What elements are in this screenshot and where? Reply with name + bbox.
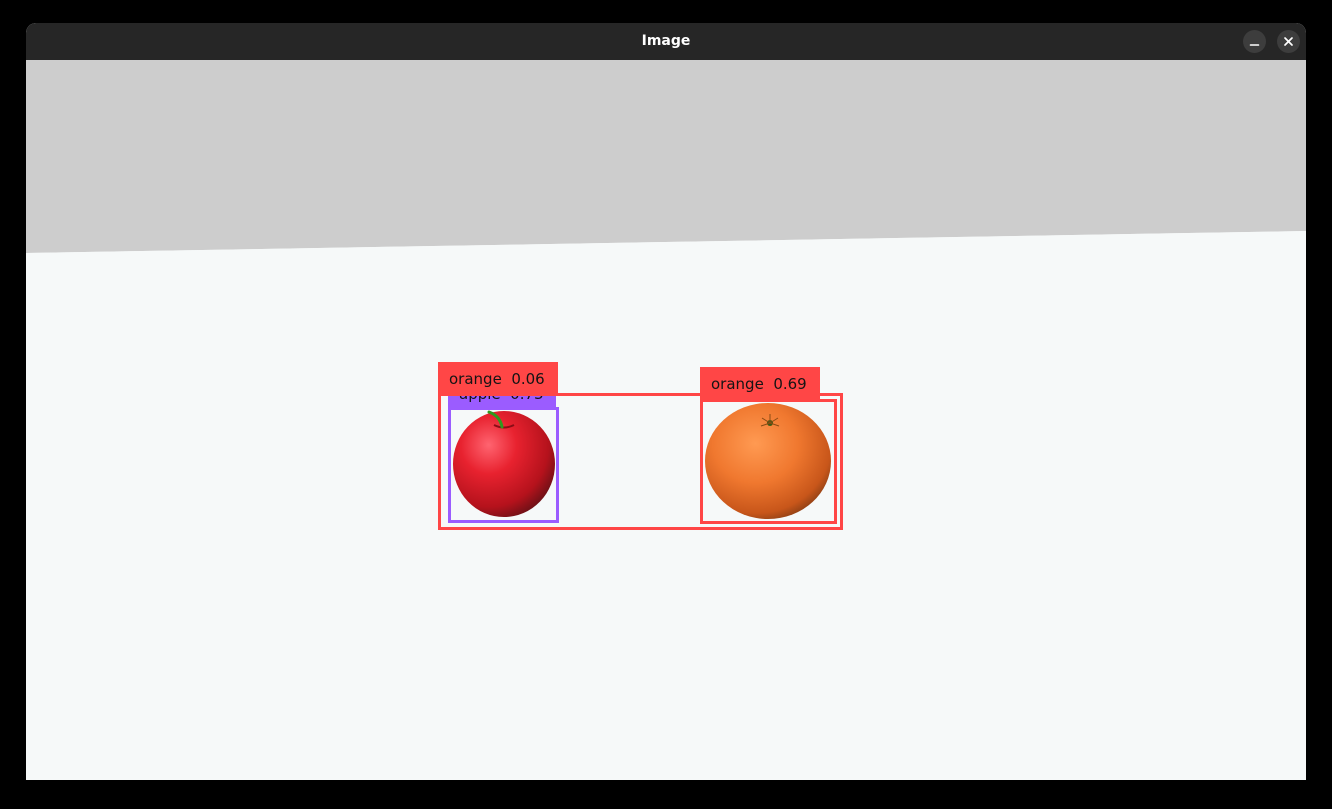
detection-label-orange-2: orange 0.69	[700, 367, 820, 401]
detection-box-apple	[448, 407, 559, 523]
minimize-icon	[1249, 44, 1260, 46]
detection-label-orange-1: orange 0.06	[438, 362, 558, 396]
wall-region	[26, 60, 1306, 253]
close-button[interactable]	[1277, 30, 1300, 53]
image-window: Image orange 0.06 orange 0.69	[26, 23, 1306, 780]
title-bar[interactable]: Image	[26, 23, 1306, 61]
window-title: Image	[641, 33, 691, 49]
detection-box-orange-2	[700, 399, 837, 524]
minimize-button[interactable]	[1243, 30, 1266, 53]
close-icon	[1284, 37, 1293, 46]
image-canvas: apple 0.73 orange 0.06 orange 0.69	[26, 60, 1306, 780]
